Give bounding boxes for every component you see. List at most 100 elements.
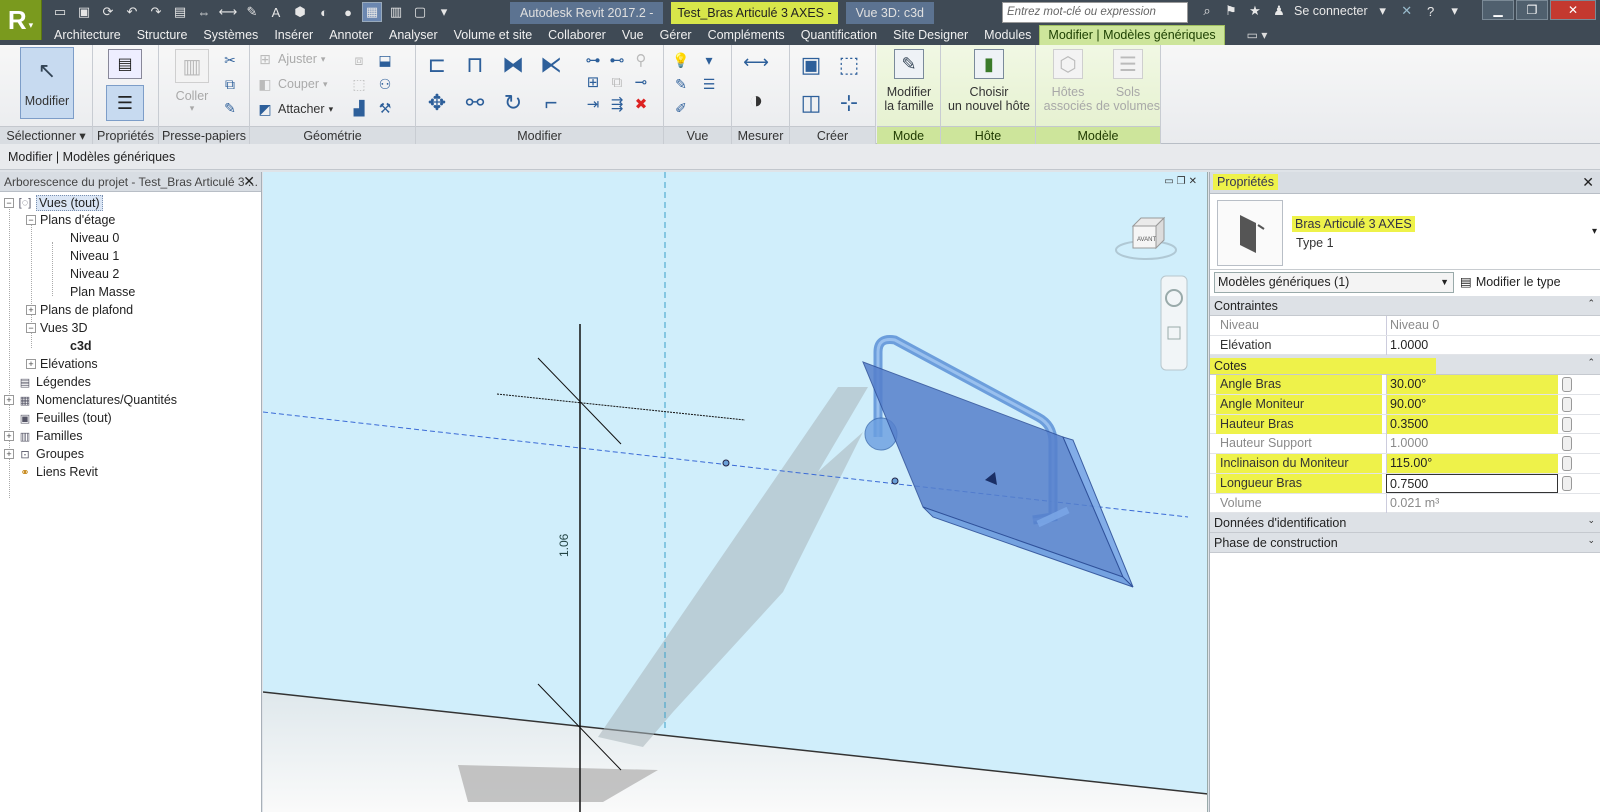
dimension-icon[interactable]: ⟷ bbox=[218, 2, 238, 22]
paste-button[interactable]: ▥ Coller ▾ bbox=[171, 49, 213, 114]
close-icon[interactable]: ✕ bbox=[243, 173, 255, 190]
tree-site-plan[interactable]: Plan Masse bbox=[70, 285, 135, 299]
tree-schedules[interactable]: + ▦ Nomenclatures/Quantités bbox=[4, 393, 177, 407]
3d-viewport[interactable]: 1.06 AVANT ▭ ❐ ✕ bbox=[263, 172, 1208, 812]
thin-lines-icon[interactable]: ● bbox=[338, 2, 358, 22]
tab-architecture[interactable]: Architecture bbox=[46, 26, 129, 45]
property-row[interactable]: Angle Moniteur 90.00° bbox=[1210, 395, 1600, 415]
split-face-icon[interactable]: ⬚ bbox=[350, 75, 368, 93]
mirror-draw-icon[interactable]: ⧔ bbox=[536, 51, 566, 79]
redo-icon[interactable]: ↷ bbox=[146, 2, 166, 22]
tab-ins-rer[interactable]: Insérer bbox=[266, 26, 321, 45]
cut-icon[interactable]: ✂ bbox=[221, 51, 239, 69]
panel-label-select[interactable]: Sélectionner ▾ bbox=[0, 126, 92, 144]
viewcube[interactable]: AVANT bbox=[1115, 216, 1177, 260]
help-icon[interactable]: ? bbox=[1422, 2, 1440, 20]
grip-handle[interactable] bbox=[891, 477, 899, 485]
create-group-icon[interactable]: ◫ bbox=[796, 89, 826, 117]
undo-icon[interactable]: ↶ bbox=[122, 2, 142, 22]
close-icon[interactable]: ✕ bbox=[1550, 0, 1596, 20]
tree-level-2[interactable]: Niveau 2 bbox=[70, 267, 119, 281]
group-dimensions[interactable]: Cotes ⌃ bbox=[1210, 355, 1600, 376]
delete-icon[interactable]: ✖ bbox=[632, 95, 650, 113]
modify-button[interactable]: ↖ Modifier bbox=[20, 47, 74, 119]
open-icon[interactable]: ▭ bbox=[50, 2, 70, 22]
tab-vue[interactable]: Vue bbox=[614, 26, 652, 45]
property-row[interactable]: Hauteur Support 1.0000 bbox=[1210, 434, 1600, 455]
tree-views-all[interactable]: − [◌] Vues (tout) bbox=[4, 195, 103, 211]
match-type-icon[interactable]: ✎ bbox=[221, 99, 239, 117]
tree-floor-plans[interactable]: − Plans d'étage bbox=[26, 213, 115, 227]
tree-level-0[interactable]: Niveau 0 bbox=[70, 231, 119, 245]
tab-analyser[interactable]: Analyser bbox=[381, 26, 446, 45]
tree-elevations[interactable]: + Elévations bbox=[26, 357, 98, 371]
tile-windows-icon[interactable]: ▢ bbox=[410, 2, 430, 22]
wall-join-icon[interactable]: ⧈ bbox=[350, 51, 368, 69]
property-row[interactable]: Hauteur Bras 0.3500 bbox=[1210, 414, 1600, 435]
edit-type-button[interactable]: ▤ Modifier le type bbox=[1460, 274, 1561, 290]
offset-icon[interactable]: ⊓ bbox=[460, 51, 490, 79]
split-icon[interactable]: ⊶ bbox=[584, 51, 602, 69]
customize-qat-icon[interactable]: ▾ bbox=[434, 2, 454, 22]
create-assembly-icon[interactable]: ▣ bbox=[796, 51, 826, 79]
tree-c3d[interactable]: c3d bbox=[70, 339, 92, 353]
associate-parameter-button[interactable] bbox=[1562, 397, 1572, 413]
property-row[interactable]: Volume 0.021 m³ bbox=[1210, 493, 1600, 514]
tab-volume-et-site[interactable]: Volume et site bbox=[446, 26, 541, 45]
subscription-icon[interactable]: ⚑ bbox=[1222, 2, 1240, 20]
type-properties-icon[interactable]: ▤ bbox=[108, 49, 142, 79]
instance-filter-dropdown[interactable]: Modèles génériques (1) ▼ bbox=[1214, 272, 1454, 293]
tab-modifier-mod-les-g-n-riques[interactable]: Modifier | Modèles génériques bbox=[1039, 25, 1225, 45]
property-row[interactable]: Inclinaison du Moniteur 115.00° bbox=[1210, 454, 1600, 474]
array-icon[interactable]: ⊞ bbox=[584, 73, 602, 91]
property-row[interactable]: Niveau Niveau 0 bbox=[1210, 316, 1600, 336]
tag-icon[interactable]: ✎ bbox=[242, 2, 262, 22]
scale-icon[interactable]: ⧉ bbox=[608, 73, 626, 91]
create-similar-icon[interactable]: ⊹ bbox=[834, 89, 864, 117]
property-row[interactable]: Angle Bras 30.00° bbox=[1210, 375, 1600, 396]
type-selector[interactable]: Bras Articulé 3 AXES Type 1 ▾ bbox=[1210, 196, 1600, 270]
print-icon[interactable]: ▤ bbox=[170, 2, 190, 22]
dimension-text[interactable]: 1.06 bbox=[557, 533, 571, 557]
ribbon-display-icon[interactable]: ▭ ▾ bbox=[1247, 28, 1268, 45]
pin-icon[interactable]: ⊸ bbox=[632, 73, 650, 91]
property-row[interactable]: Longueur Bras 0.7500 bbox=[1210, 473, 1600, 494]
pick-new-host-button[interactable]: ▮ Choisir un nouvel hôte bbox=[945, 49, 1033, 113]
hide-bulb-icon[interactable]: 💡 bbox=[672, 51, 690, 69]
tab-site-designer[interactable]: Site Designer bbox=[885, 26, 976, 45]
align-icon[interactable]: ⊏ bbox=[422, 51, 452, 79]
3d-view-icon[interactable]: ⬢ bbox=[290, 2, 310, 22]
override-graphics-icon[interactable]: ✎ bbox=[672, 75, 690, 93]
3d-scene[interactable]: 1.06 AVANT bbox=[263, 172, 1208, 812]
tab-collaborer[interactable]: Collaborer bbox=[540, 26, 614, 45]
measure-tool-icon[interactable]: ⟷ bbox=[738, 52, 774, 72]
navigation-bar[interactable] bbox=[1160, 275, 1188, 371]
tree-3d-views[interactable]: − Vues 3D bbox=[26, 321, 87, 335]
user-icon[interactable]: ♟ bbox=[1270, 2, 1288, 20]
demolish-icon[interactable]: ⚇ bbox=[376, 75, 394, 93]
trim-extend-icon[interactable]: ⌐ bbox=[536, 89, 566, 117]
associate-parameter-button[interactable] bbox=[1562, 456, 1572, 472]
dimension-tool-icon[interactable]: ◑ bbox=[738, 87, 774, 115]
cut-geometry-button[interactable]: ◧ Couper ▾ bbox=[256, 75, 327, 93]
tab-quantification[interactable]: Quantification bbox=[793, 26, 885, 45]
group-constraints[interactable]: Contraintes ⌃ bbox=[1210, 296, 1600, 316]
text-icon[interactable]: A bbox=[266, 2, 286, 22]
mass-floors-button[interactable]: ☰ Sols de volumes bbox=[1096, 49, 1160, 113]
close-hidden-windows-icon[interactable]: ▦ bbox=[362, 2, 382, 22]
split-gap-icon[interactable]: ⊷ bbox=[608, 51, 626, 69]
tree-sheets[interactable]: ▣ Feuilles (tout) bbox=[4, 411, 112, 425]
tab-structure[interactable]: Structure bbox=[129, 26, 196, 45]
chevron-down-icon[interactable]: ▾ bbox=[1592, 226, 1597, 237]
sync-icon[interactable]: ⟳ bbox=[98, 2, 118, 22]
properties-icon[interactable]: ☰ bbox=[106, 85, 144, 121]
associate-parameter-button[interactable] bbox=[1562, 377, 1572, 393]
rotate-icon[interactable]: ↻ bbox=[498, 89, 528, 117]
group-phasing[interactable]: Phase de construction ⌄ bbox=[1210, 533, 1600, 554]
restore-icon[interactable]: ❐ bbox=[1516, 0, 1548, 20]
close-icon[interactable]: ✕ bbox=[1189, 176, 1197, 187]
tree-legends[interactable]: ▤ Légendes bbox=[4, 375, 91, 389]
tab-compl-ments[interactable]: Compléments bbox=[700, 26, 793, 45]
tab-annoter[interactable]: Annoter bbox=[321, 26, 381, 45]
restore-icon[interactable]: ❐ bbox=[1177, 176, 1186, 187]
